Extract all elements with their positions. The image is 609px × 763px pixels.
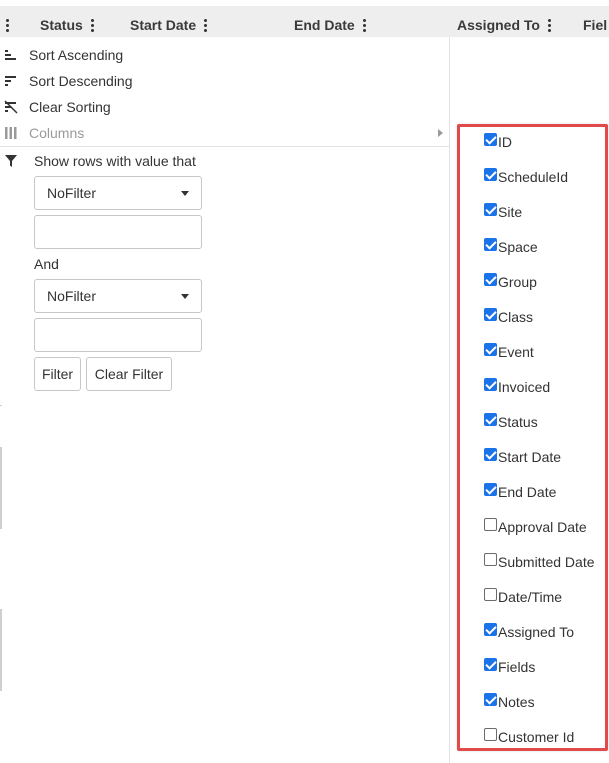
column-checkbox[interactable] — [484, 622, 497, 636]
sort-ascending-item[interactable]: Sort Ascending — [0, 42, 449, 68]
select-value: NoFilter — [47, 185, 97, 201]
column-checkbox[interactable] — [484, 132, 497, 146]
divider — [0, 447, 2, 529]
column-toggle-item[interactable]: Notes — [484, 692, 535, 712]
column-toggle-item[interactable]: Event — [484, 342, 534, 362]
clear-sorting-item[interactable]: Clear Sorting — [0, 94, 449, 120]
column-checkbox[interactable] — [484, 342, 497, 356]
sort-descending-icon — [5, 76, 16, 86]
kebab-icon[interactable] — [545, 18, 553, 32]
filter-value-input-2[interactable] — [34, 318, 202, 352]
column-checkbox-label: Start Date — [498, 449, 562, 465]
select-value: NoFilter — [47, 288, 97, 304]
sort-ascending-icon — [5, 50, 16, 60]
column-toggle-item[interactable]: Site — [484, 202, 522, 222]
column-checkbox[interactable] — [484, 412, 497, 426]
column-checkbox-label: Assigned To — [498, 624, 575, 640]
column-toggle-item[interactable]: Status — [484, 412, 538, 432]
column-checkbox-label: Submitted Date — [498, 554, 595, 570]
kebab-icon[interactable] — [360, 18, 368, 32]
column-toggle-item[interactable]: End Date — [484, 482, 556, 502]
filter-operator-select-1[interactable]: NoFilter — [34, 176, 202, 210]
column-toggle-item[interactable]: Group — [484, 272, 537, 292]
divider — [0, 609, 2, 691]
sort-descending-item[interactable]: Sort Descending — [0, 68, 449, 94]
column-checkbox-label: Group — [498, 274, 537, 290]
column-toggle-item[interactable]: Date/Time — [484, 587, 562, 607]
filter-joiner-label: And — [34, 256, 59, 272]
column-checkbox[interactable] — [484, 692, 497, 706]
clear-sorting-icon — [4, 100, 18, 114]
divider — [0, 405, 2, 406]
column-checkbox-label: Site — [498, 204, 523, 220]
menu-item-label: Sort Descending — [29, 73, 133, 89]
column-checkbox-label: Invoiced — [498, 379, 551, 395]
column-toggle-item[interactable]: ScheduleId — [484, 167, 568, 187]
column-checkbox-label: Date/Time — [498, 589, 563, 605]
column-checkbox[interactable] — [484, 727, 497, 741]
kebab-icon[interactable] — [201, 18, 209, 32]
column-checkbox-label: Approval Date — [498, 519, 587, 535]
column-checkbox[interactable] — [484, 447, 497, 461]
kebab-icon[interactable] — [88, 18, 96, 32]
column-toggle-item[interactable]: Class — [484, 307, 533, 327]
filter-title: Show rows with value that — [34, 153, 196, 169]
column-checkbox[interactable] — [484, 167, 497, 181]
column-checkbox[interactable] — [484, 377, 497, 391]
column-checkbox[interactable] — [484, 587, 497, 601]
column-toggle-item[interactable]: ID — [484, 132, 512, 152]
column-checkbox[interactable] — [484, 307, 497, 321]
column-checkbox[interactable] — [484, 482, 497, 496]
column-checkbox[interactable] — [484, 657, 497, 671]
column-checkbox[interactable] — [484, 272, 497, 286]
column-toggle-item[interactable]: Space — [484, 237, 538, 257]
filter-value-input-1[interactable] — [34, 215, 202, 249]
menu-item-label: Clear Sorting — [29, 99, 111, 115]
column-checkbox-label: Status — [498, 414, 538, 430]
column-toggle-item[interactable]: Fields — [484, 657, 535, 677]
column-checkbox-label: Notes — [498, 694, 535, 710]
column-menu: Sort Ascending Sort Descending Clear Sor… — [0, 37, 449, 763]
menu-item-label: Columns — [29, 125, 85, 141]
column-toggle-item[interactable]: Invoiced — [484, 377, 550, 397]
column-checkbox-label: Space — [498, 239, 538, 255]
column-checkbox-label: Customer Id — [498, 729, 575, 745]
column-checkbox[interactable] — [484, 237, 497, 251]
column-checkbox-label: Event — [498, 344, 534, 360]
filter-button[interactable]: Filter — [34, 357, 81, 391]
column-checkbox-label: ScheduleId — [498, 169, 569, 185]
column-header-label: Fiel — [583, 17, 608, 33]
filter-icon — [5, 155, 17, 167]
column-checkbox[interactable] — [484, 202, 497, 216]
column-checkbox[interactable] — [484, 552, 497, 566]
column-checkbox-label: Class — [498, 309, 534, 325]
column-header-label: Start Date — [130, 17, 197, 33]
submenu-arrow-icon — [438, 129, 443, 137]
kebab-icon[interactable] — [3, 18, 11, 32]
column-header-label: Assigned To — [457, 17, 540, 33]
columns-icon — [5, 127, 17, 139]
filter-operator-select-2[interactable]: NoFilter — [34, 279, 202, 313]
column-toggle-item[interactable]: Start Date — [484, 447, 561, 467]
menu-divider — [0, 146, 449, 147]
column-checkbox-label: Fields — [498, 659, 536, 675]
menu-item-label: Sort Ascending — [29, 47, 124, 63]
clear-filter-button[interactable]: Clear Filter — [86, 357, 172, 391]
column-toggle-item[interactable]: Assigned To — [484, 622, 574, 642]
column-header-label: End Date — [294, 17, 355, 33]
column-checkbox-label: ID — [498, 134, 512, 150]
column-header-label: Status — [40, 17, 83, 33]
column-toggle-item[interactable]: Approval Date — [484, 517, 587, 537]
column-toggle-item[interactable]: Submitted Date — [484, 552, 595, 572]
chevron-down-icon — [181, 191, 189, 196]
column-toggle-item[interactable]: Customer Id — [484, 727, 574, 747]
chevron-down-icon — [181, 294, 189, 299]
column-checkbox-label: End Date — [498, 484, 557, 500]
columns-item[interactable]: Columns — [0, 120, 449, 146]
column-checkbox[interactable] — [484, 517, 497, 531]
